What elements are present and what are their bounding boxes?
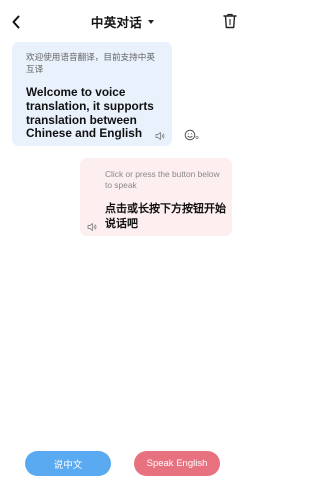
message-bubble-left[interactable]: 欢迎使用语音翻译，目前支持中英互译 Welcome to voice trans…: [12, 42, 172, 146]
source-text: Click or press the button below to speak: [105, 169, 220, 190]
translated-text: Welcome to voice translation, it support…: [26, 85, 154, 141]
copy-emoji-icon[interactable]: [184, 128, 200, 141]
trash-icon: [223, 13, 237, 29]
page-title: 中英对话: [90, 15, 143, 30]
message-bubble-right[interactable]: Click or press the button below to speak…: [80, 158, 232, 236]
speaker-icon[interactable]: [87, 219, 97, 231]
speak-english-button[interactable]: Speak English: [134, 451, 220, 476]
source-text: 欢迎使用语音翻译，目前支持中英互译: [26, 53, 155, 75]
header: 中英对话: [0, 0, 245, 44]
translator-screen: 中英对话 欢迎使用语音翻译，目前支持中英互译 Welcome to voice …: [0, 0, 245, 500]
delete-button[interactable]: [222, 12, 238, 30]
translated-text: 点击或长按下方按钮开始说话吧: [105, 202, 226, 230]
speak-chinese-button[interactable]: 说中文: [25, 451, 111, 476]
speaker-icon[interactable]: [155, 128, 165, 140]
title-group: 中英对话: [0, 12, 245, 31]
caret-down-icon[interactable]: [148, 19, 155, 24]
